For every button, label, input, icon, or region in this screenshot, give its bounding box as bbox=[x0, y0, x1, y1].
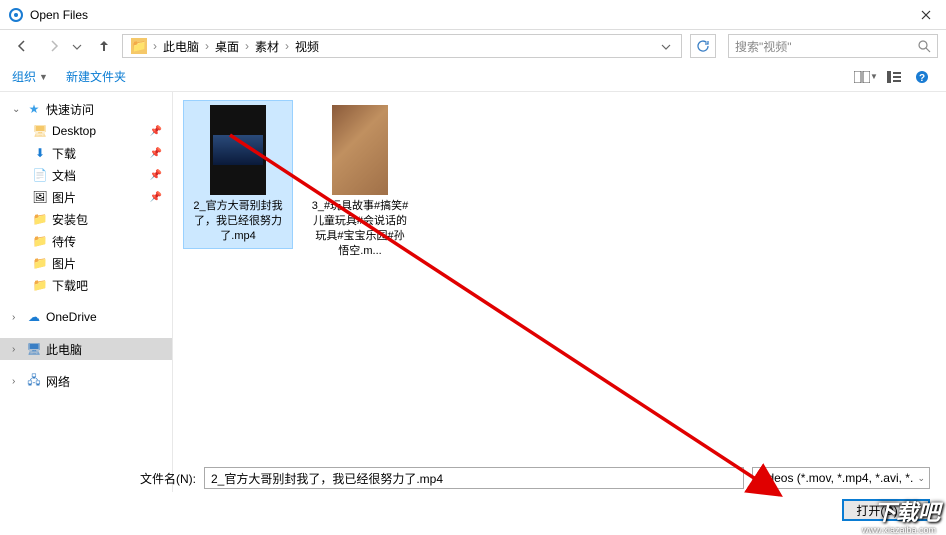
caret-right-icon: › bbox=[12, 312, 24, 323]
refresh-button[interactable] bbox=[690, 34, 716, 58]
pin-icon: 📌 bbox=[150, 148, 162, 159]
document-icon: 📄 bbox=[32, 168, 48, 182]
address-bar[interactable]: 📁 › 此电脑 › 桌面 › 素材 › 视频 bbox=[122, 34, 682, 58]
watermark-url: www.xiazaiba.com bbox=[862, 525, 936, 535]
content-area: ⌄ ★ 快速访问 🖥Desktop📌 ⬇下载📌 📄文档📌 🖼图片📌 📁安装包 📁… bbox=[0, 92, 946, 492]
file-item[interactable]: 3_#玩具故事#搞笑#儿童玩具#会说话的玩具#宝宝乐园#孙悟空.m... bbox=[305, 100, 415, 263]
toolbar: 组织 ▼ 新建文件夹 ▼ ? bbox=[0, 62, 946, 92]
star-icon: ★ bbox=[26, 102, 42, 116]
path-segment[interactable]: 视频 bbox=[291, 38, 323, 55]
sidebar-item-xiazaiba[interactable]: 📁下载吧 bbox=[0, 274, 172, 296]
network-icon: 🖧 bbox=[26, 371, 42, 392]
chevron-right-icon: › bbox=[283, 39, 291, 53]
view-details-button[interactable] bbox=[882, 66, 906, 88]
new-folder-button[interactable]: 新建文件夹 bbox=[66, 68, 126, 85]
folder-icon: 📁 bbox=[32, 212, 48, 226]
sidebar-item-network[interactable]: ›🖧网络 bbox=[0, 370, 172, 392]
path-segment[interactable]: 素材 bbox=[251, 38, 283, 55]
bottom-panel: 文件名(N): Videos (*.mov, *.mp4, *.avi, *. … bbox=[0, 467, 946, 521]
file-name: 2_官方大哥别封我了，我已经很努力了.mp4 bbox=[188, 199, 288, 244]
monitor-icon: 🖥 bbox=[26, 342, 42, 356]
sidebar-item-desktop[interactable]: 🖥Desktop📌 bbox=[0, 120, 172, 142]
close-button[interactable] bbox=[906, 0, 946, 30]
help-button[interactable]: ? bbox=[910, 66, 934, 88]
sidebar-item-pictures2[interactable]: 📁图片 bbox=[0, 252, 172, 274]
folder-icon: 🖥 bbox=[32, 124, 48, 138]
chevron-right-icon: › bbox=[203, 39, 211, 53]
video-thumbnail bbox=[210, 105, 266, 195]
back-button[interactable] bbox=[8, 33, 36, 59]
pin-icon: 📌 bbox=[150, 192, 162, 203]
window-title: Open Files bbox=[30, 8, 906, 22]
path-segment[interactable]: 桌面 bbox=[211, 38, 243, 55]
search-placeholder: 搜索"视频" bbox=[735, 38, 918, 55]
chevron-down-icon: ▼ bbox=[902, 505, 916, 515]
pictures-icon: 🖼 bbox=[32, 190, 48, 204]
sidebar-item-quickaccess[interactable]: ⌄ ★ 快速访问 bbox=[0, 98, 172, 120]
path-segment[interactable]: 此电脑 bbox=[159, 38, 203, 55]
chevron-right-icon: › bbox=[151, 39, 159, 53]
file-pane[interactable]: 2_官方大哥别封我了，我已经很努力了.mp4 3_#玩具故事#搞笑#儿童玩具#会… bbox=[173, 92, 946, 492]
folder-icon: 📁 bbox=[32, 278, 48, 292]
history-dropdown[interactable] bbox=[72, 37, 86, 55]
filetype-dropdown[interactable]: Videos (*.mov, *.mp4, *.avi, *. ⌄ bbox=[752, 467, 930, 489]
download-icon: ⬇ bbox=[32, 146, 48, 160]
search-input[interactable]: 搜索"视频" bbox=[728, 34, 938, 58]
pin-icon: 📌 bbox=[150, 170, 162, 181]
video-thumbnail bbox=[332, 105, 388, 195]
filename-label: 文件名(N): bbox=[124, 470, 196, 487]
sidebar-item-install[interactable]: 📁安装包 bbox=[0, 208, 172, 230]
chevron-down-icon: ▼ bbox=[39, 72, 48, 82]
up-button[interactable] bbox=[90, 33, 118, 59]
folder-icon: 📁 bbox=[131, 38, 147, 54]
sidebar-item-downloads[interactable]: ⬇下载📌 bbox=[0, 142, 172, 164]
forward-button[interactable] bbox=[40, 33, 68, 59]
titlebar: Open Files bbox=[0, 0, 946, 30]
caret-right-icon: › bbox=[12, 344, 24, 355]
caret-down-icon: ⌄ bbox=[12, 104, 24, 115]
chevron-right-icon: › bbox=[243, 39, 251, 53]
folder-icon: 📁 bbox=[32, 234, 48, 248]
file-name: 3_#玩具故事#搞笑#儿童玩具#会说话的玩具#宝宝乐园#孙悟空.m... bbox=[310, 199, 410, 258]
svg-text:?: ? bbox=[919, 73, 925, 84]
navigation-bar: 📁 › 此电脑 › 桌面 › 素材 › 视频 搜索"视频" bbox=[0, 30, 946, 62]
open-button[interactable]: 打开(O) ▼ bbox=[842, 499, 930, 521]
sidebar-item-thispc[interactable]: ›🖥此电脑 bbox=[0, 338, 172, 360]
pin-icon: 📌 bbox=[150, 126, 162, 137]
cloud-icon: ☁ bbox=[26, 310, 42, 324]
organize-menu[interactable]: 组织 ▼ bbox=[12, 68, 48, 85]
caret-right-icon: › bbox=[12, 376, 24, 387]
sidebar: ⌄ ★ 快速访问 🖥Desktop📌 ⬇下载📌 📄文档📌 🖼图片📌 📁安装包 📁… bbox=[0, 92, 173, 492]
search-icon bbox=[918, 40, 931, 53]
filename-input[interactable] bbox=[204, 467, 744, 489]
file-item[interactable]: 2_官方大哥别封我了，我已经很努力了.mp4 bbox=[183, 100, 293, 249]
sidebar-item-onedrive[interactable]: ›☁OneDrive bbox=[0, 306, 172, 328]
sidebar-item-pictures[interactable]: 🖼图片📌 bbox=[0, 186, 172, 208]
app-icon bbox=[8, 7, 24, 23]
chevron-down-icon: ⌄ bbox=[917, 473, 925, 484]
folder-icon: 📁 bbox=[32, 256, 48, 270]
sidebar-item-pending[interactable]: 📁待传 bbox=[0, 230, 172, 252]
sidebar-item-documents[interactable]: 📄文档📌 bbox=[0, 164, 172, 186]
view-pane-button[interactable]: ▼ bbox=[854, 66, 878, 88]
close-icon bbox=[921, 10, 931, 20]
chevron-down-icon[interactable] bbox=[655, 39, 677, 53]
